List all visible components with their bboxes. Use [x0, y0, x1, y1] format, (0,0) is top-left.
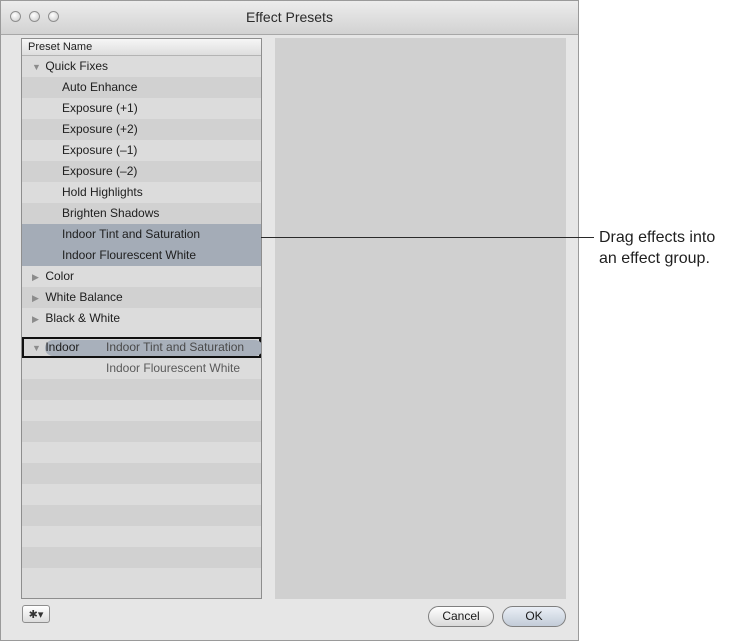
cancel-button[interactable]: Cancel: [428, 606, 494, 627]
group-indoor-drop-target[interactable]: ▼ Indoor Indoor Tint and Saturation: [22, 337, 261, 358]
group-white-balance[interactable]: ▶ White Balance: [22, 287, 261, 308]
group-black-white[interactable]: ▶ Black & White: [22, 308, 261, 329]
disclosure-triangle-icon[interactable]: ▶: [32, 309, 42, 330]
preset-item-selected[interactable]: Indoor Flourescent White: [22, 245, 261, 266]
callout-line: [261, 237, 594, 238]
preset-item[interactable]: Auto Enhance: [22, 77, 261, 98]
dragged-preset-label: Indoor Flourescent White: [106, 361, 241, 375]
preset-name-column-header[interactable]: Preset Name: [22, 39, 261, 56]
gear-menu-button[interactable]: ✱▾: [22, 605, 50, 623]
disclosure-triangle-icon[interactable]: ▼: [32, 340, 42, 357]
empty-row: [22, 379, 261, 400]
ok-button[interactable]: OK: [502, 606, 566, 627]
preset-item[interactable]: Hold Highlights: [22, 182, 261, 203]
preset-list[interactable]: Preset Name ▼ Quick Fixes Auto Enhance E…: [21, 38, 262, 599]
disclosure-triangle-icon[interactable]: ▼: [32, 57, 42, 78]
callout-annotation: Drag effects into an effect group.: [599, 227, 737, 269]
preset-item[interactable]: Exposure (–2): [22, 161, 261, 182]
empty-row: [22, 505, 261, 526]
disclosure-triangle-icon[interactable]: ▶: [32, 267, 42, 288]
group-label: Indoor: [45, 340, 80, 354]
callout-line-1: Drag effects into: [599, 229, 716, 246]
empty-row: [22, 547, 261, 568]
group-indoor: ▼ Indoor: [32, 339, 79, 357]
preset-item[interactable]: Brighten Shadows: [22, 203, 261, 224]
group-label: Quick Fixes: [45, 59, 109, 73]
preset-item[interactable]: Exposure (+2): [22, 119, 261, 140]
title-bar: Effect Presets: [1, 1, 578, 35]
preset-item-selected[interactable]: Indoor Tint and Saturation: [22, 224, 261, 245]
callout-line-2: an effect group.: [599, 250, 710, 267]
empty-row: [22, 484, 261, 505]
disclosure-triangle-icon[interactable]: ▶: [32, 288, 42, 309]
empty-row: [22, 526, 261, 547]
window-title: Effect Presets: [246, 9, 333, 25]
group-color[interactable]: ▶ Color: [22, 266, 261, 287]
preset-item[interactable]: Exposure (–1): [22, 140, 261, 161]
preset-preview-area: [275, 38, 566, 599]
group-label: Color: [45, 269, 75, 283]
empty-row: [22, 442, 261, 463]
empty-row: [22, 400, 261, 421]
group-label: Black & White: [45, 311, 121, 325]
group-label: White Balance: [45, 290, 123, 304]
empty-row: [22, 463, 261, 484]
dragged-preset-label: Indoor Tint and Saturation: [106, 340, 245, 354]
preset-item[interactable]: Exposure (+1): [22, 98, 261, 119]
empty-row: [22, 568, 261, 589]
group-quick-fixes[interactable]: ▼ Quick Fixes: [22, 56, 261, 77]
effect-presets-window: Effect Presets Preset Name ▼ Quick Fixes…: [0, 0, 579, 641]
empty-row: [22, 421, 261, 442]
